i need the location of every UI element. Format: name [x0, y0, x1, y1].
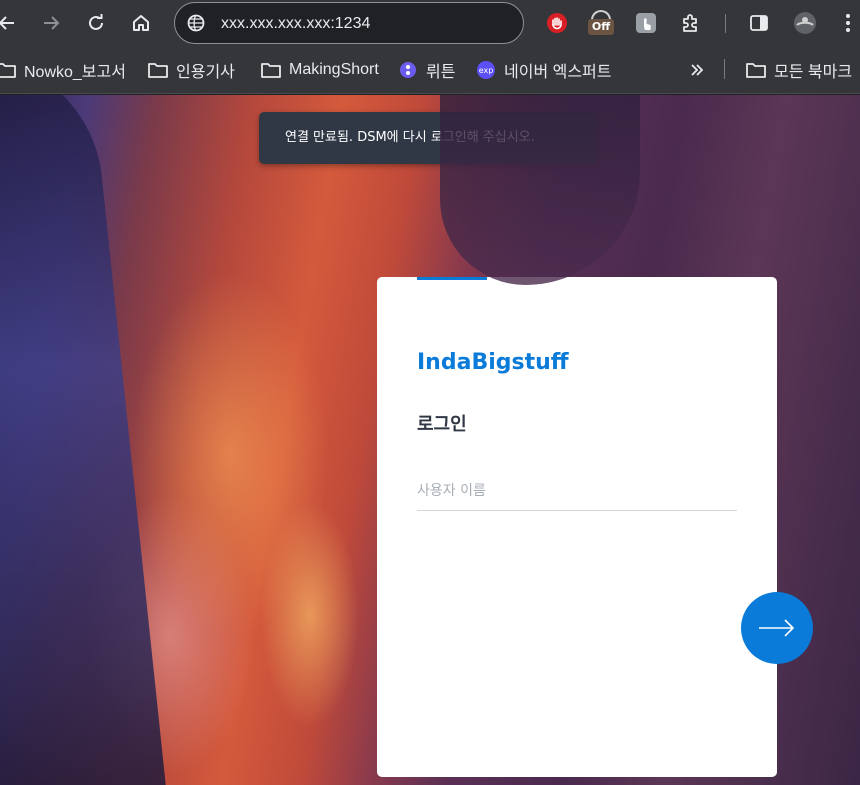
- url-text[interactable]: xxx.xxx.xxx.xxx:1234: [221, 14, 370, 34]
- address-bar[interactable]: xxx.xxx.xxx.xxx:1234: [174, 2, 524, 44]
- extension-off[interactable]: Off: [586, 8, 616, 38]
- username-input[interactable]: [417, 472, 737, 511]
- bookmark-wrtn[interactable]: 뤼튼: [398, 57, 455, 83]
- all-bookmarks-button[interactable]: 모든 북마크: [746, 57, 852, 83]
- side-panel-icon: [750, 15, 768, 31]
- bookmark-quoted-articles[interactable]: 인용기사: [148, 57, 235, 83]
- site-info-icon[interactable]: [187, 14, 205, 32]
- back-button[interactable]: [0, 8, 22, 38]
- browser-toolbar: xxx.xxx.xxx.xxx:1234 Off: [0, 0, 860, 47]
- folder-icon: [0, 62, 16, 78]
- card-accent-bar: [417, 277, 487, 280]
- back-arrow-icon: [0, 16, 14, 30]
- bookmarks-bar: Nowko_보고서 인용기사 MakingShort 뤼튼 exp 네이버 엑스…: [0, 47, 860, 94]
- login-submit-button[interactable]: [741, 592, 813, 664]
- svg-text:exp: exp: [479, 66, 494, 75]
- side-panel-button[interactable]: [744, 8, 774, 38]
- wrtn-icon: [398, 62, 418, 78]
- brand-title: IndaBigstuff: [417, 350, 569, 375]
- chevron-double-right-icon: [691, 64, 704, 76]
- forward-arrow-icon: [44, 16, 60, 30]
- extensions-button[interactable]: [676, 8, 706, 38]
- stop-hand-icon: [547, 13, 567, 33]
- reload-button[interactable]: [81, 8, 111, 38]
- arrow-right-icon: [759, 619, 794, 637]
- bookmark-nowko[interactable]: Nowko_보고서: [0, 57, 126, 83]
- naver-expert-icon: exp: [476, 61, 496, 79]
- menu-button[interactable]: [833, 8, 860, 38]
- extension-touch[interactable]: [631, 8, 661, 38]
- off-badge-icon: Off: [588, 10, 614, 36]
- touch-gesture-icon: [636, 13, 656, 33]
- extension-adblock[interactable]: [542, 8, 572, 38]
- more-bookmarks-button[interactable]: [689, 57, 705, 83]
- login-card: IndaBigstuff 로그인: [377, 277, 777, 777]
- folder-icon: [261, 62, 281, 78]
- toolbar-divider: [725, 14, 726, 33]
- session-expired-toast: 연결 만료됨. DSM에 다시 로그인해 주십시오.: [259, 112, 597, 164]
- profile-button[interactable]: [790, 8, 820, 38]
- folder-icon: [746, 62, 766, 78]
- reload-icon: [89, 14, 103, 30]
- login-heading: 로그인: [417, 414, 467, 435]
- kebab-menu-icon: [846, 14, 850, 32]
- puzzle-icon: [683, 14, 697, 32]
- folder-icon: [148, 62, 168, 78]
- avatar: [794, 12, 816, 34]
- home-icon: [133, 15, 149, 31]
- forward-button[interactable]: [36, 8, 66, 38]
- login-page-background: 연결 만료됨. DSM에 다시 로그인해 주십시오. IndaBigstuff …: [0, 95, 860, 785]
- bookmark-makingshort[interactable]: MakingShort: [261, 57, 379, 83]
- home-button[interactable]: [126, 8, 156, 38]
- off-badge-text: Off: [588, 19, 614, 35]
- bookmark-naver-expert[interactable]: exp 네이버 엑스퍼트: [476, 57, 612, 83]
- bookmarks-divider: [724, 59, 725, 79]
- toast-message: 연결 만료됨. DSM에 다시 로그인해 주십시오.: [285, 130, 535, 145]
